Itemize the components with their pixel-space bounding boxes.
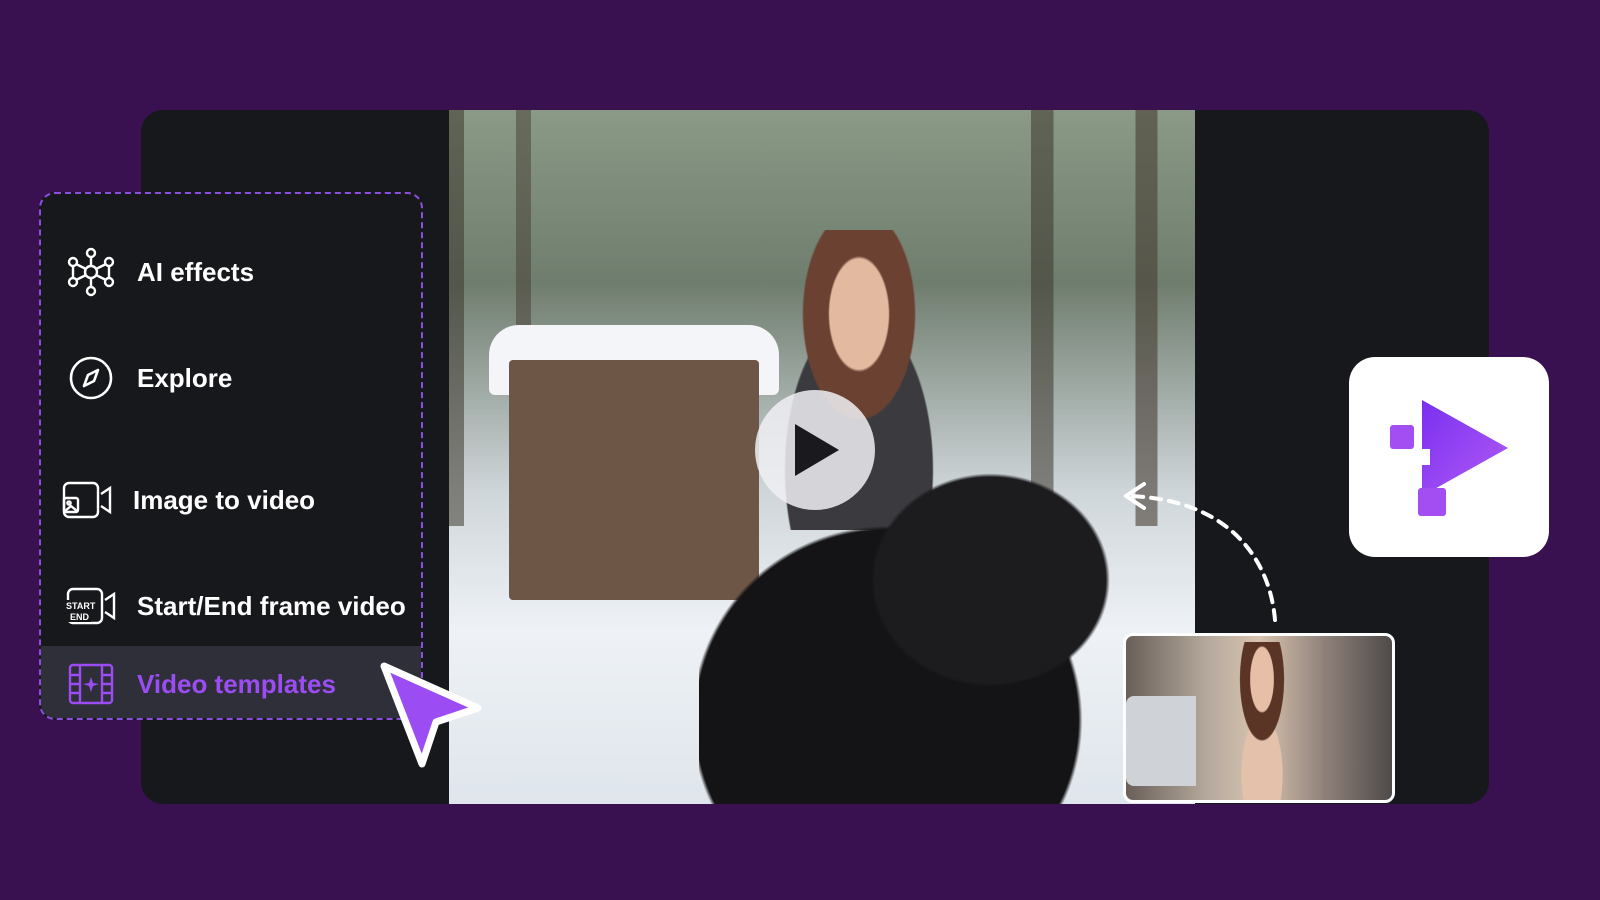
menu-item-label: Start/End frame video [137, 590, 406, 621]
menu-item-label: Image to video [133, 484, 316, 515]
woman-portrait [1214, 642, 1310, 800]
reference-image-thumbnail[interactable] [1123, 633, 1395, 803]
menu-item-label: Video templates [137, 668, 336, 699]
compass-icon [65, 352, 117, 404]
car-background [1126, 696, 1196, 786]
end-label: END [70, 612, 90, 622]
menu-item-start-end-frame-video[interactable]: START END Start/End frame video [41, 568, 421, 644]
black-panther [699, 440, 1169, 804]
image-camera-icon [61, 474, 113, 526]
app-logo-tile [1349, 357, 1549, 557]
start-end-camera-icon: START END [65, 580, 117, 632]
menu-item-label: Explore [137, 362, 233, 393]
start-label: START [66, 601, 96, 611]
play-icon [795, 424, 839, 476]
feature-menu: AI effects Explore Image to video START … [39, 192, 423, 720]
app-logo-icon [1390, 400, 1508, 516]
menu-item-image-to-video[interactable]: Image to video [41, 462, 421, 538]
menu-item-explore[interactable]: Explore [41, 340, 421, 416]
pointer-cursor-icon [380, 662, 482, 768]
menu-item-video-templates[interactable]: Video templates [41, 646, 421, 718]
ai-network-icon [65, 246, 117, 298]
menu-item-label: AI effects [137, 256, 255, 287]
film-sparkle-icon [65, 658, 117, 710]
play-button[interactable] [755, 390, 875, 510]
menu-item-ai-effects[interactable]: AI effects [41, 234, 421, 310]
dashed-arrow-icon [1124, 482, 1277, 622]
